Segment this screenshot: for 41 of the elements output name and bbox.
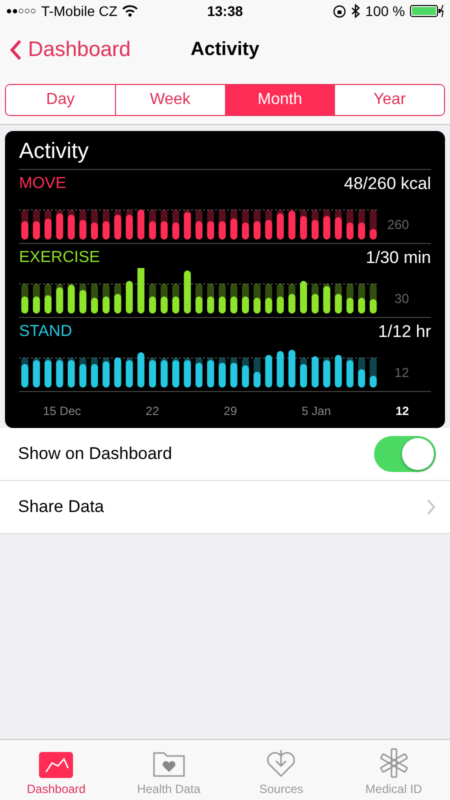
date-label: 15 Dec bbox=[43, 404, 82, 418]
goal-label: 260 bbox=[386, 217, 409, 234]
wifi-icon bbox=[122, 5, 138, 17]
date-label: 22 bbox=[146, 404, 160, 418]
tab-bar-item[interactable]: Health Data bbox=[112, 740, 225, 800]
metric-reading: 1/30 min bbox=[366, 248, 431, 268]
status-time: 13:38 bbox=[207, 3, 243, 19]
setting-label: Show on Dashboard bbox=[18, 444, 172, 464]
goal-label: 30 bbox=[394, 291, 409, 308]
metric-name: MOVE bbox=[19, 175, 66, 193]
segment-tab[interactable]: Week bbox=[114, 85, 224, 115]
metric-reading: 48/260 kcal bbox=[344, 174, 431, 194]
setting-label: Share Data bbox=[18, 497, 104, 517]
tab-bar-item[interactable]: Medical ID bbox=[338, 740, 450, 800]
toggle-switch[interactable] bbox=[374, 436, 436, 472]
card-title: Activity bbox=[19, 135, 431, 170]
segment-tab[interactable]: Month bbox=[224, 85, 334, 115]
goal-label: 12 bbox=[394, 365, 409, 382]
date-label: 5 Jan bbox=[302, 404, 331, 418]
battery-icon bbox=[410, 5, 444, 17]
segment-tab[interactable]: Day bbox=[6, 85, 115, 115]
asterisk-icon bbox=[378, 748, 409, 778]
date-label: 29 bbox=[224, 404, 237, 418]
tab-bar-item[interactable]: Sources bbox=[225, 740, 338, 800]
chevron-right-icon[interactable] bbox=[426, 498, 436, 516]
carrier-name: T-Mobile CZ bbox=[41, 3, 118, 19]
metric-name: STAND bbox=[19, 323, 72, 341]
date-label: 12 bbox=[396, 404, 409, 418]
tab-bar-item[interactable]: Dashboard bbox=[0, 740, 112, 800]
metric-name: EXERCISE bbox=[19, 249, 100, 267]
back-button[interactable]: Dashboard bbox=[0, 38, 141, 62]
battery-percent: 100 % bbox=[365, 3, 405, 19]
folder-heart-icon bbox=[152, 750, 186, 778]
nav-title: Activity bbox=[190, 39, 260, 61]
signal-dots: ●●○○○ bbox=[6, 6, 36, 16]
heart-download-icon bbox=[265, 748, 298, 778]
chevron-left-icon bbox=[10, 39, 22, 61]
segment-tab[interactable]: Year bbox=[334, 85, 444, 115]
bluetooth-icon bbox=[351, 4, 360, 18]
rotation-lock-icon bbox=[333, 4, 346, 18]
metric-reading: 1/12 hr bbox=[378, 322, 431, 342]
